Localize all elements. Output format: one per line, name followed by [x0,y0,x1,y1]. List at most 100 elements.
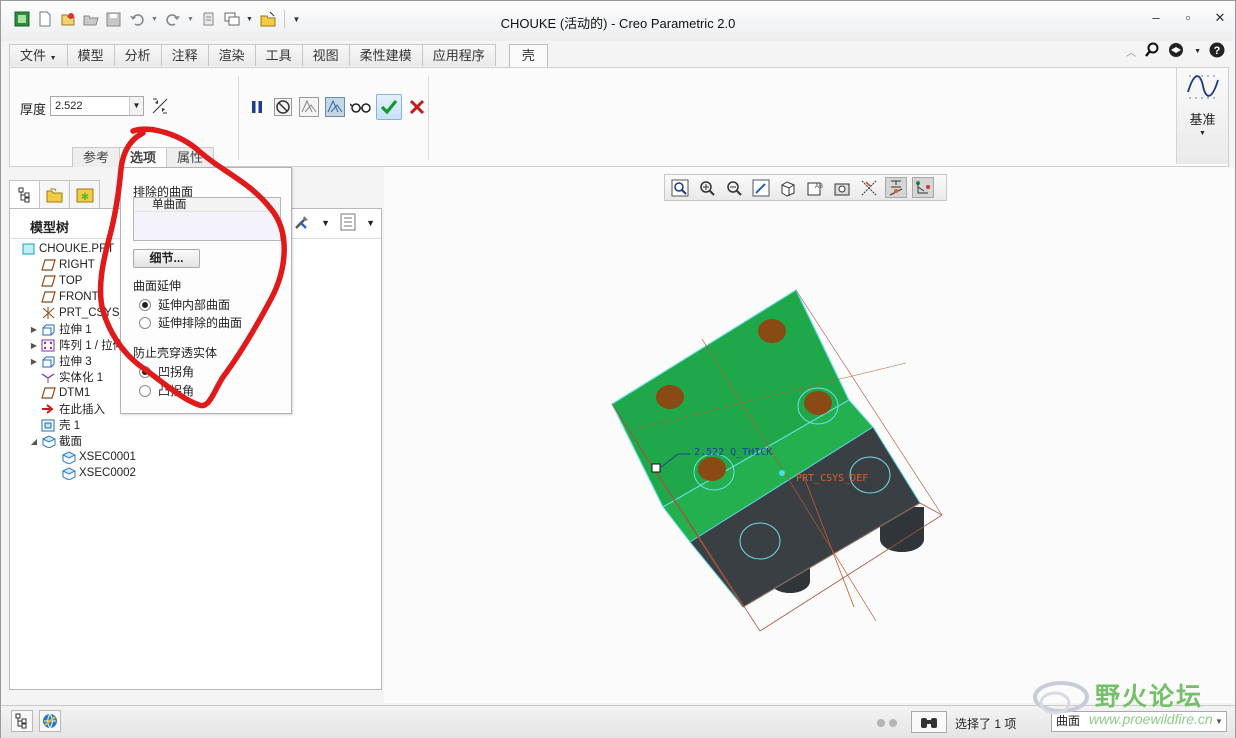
tree-item[interactable]: ◢ 截面 [14,433,149,449]
spin-center-icon[interactable] [912,177,934,198]
datum-plane-icon [40,290,56,304]
datum-label: 基准 [1189,112,1216,127]
graphics-window[interactable]: 2.522 Q_THICK PRT_CSYS_DEF [384,167,1234,703]
status-light-icon [877,719,885,727]
watermark-logo-icon [1033,681,1089,715]
tab-file[interactable]: 文件 ▼ [9,44,68,66]
divider [428,76,429,160]
chevron-down-icon[interactable]: ▼ [366,218,375,228]
tab-tools[interactable]: 工具 [254,44,303,66]
close-icon[interactable]: ✕ [1213,10,1227,26]
community-dropdown-icon[interactable]: ▼ [1194,48,1201,55]
apply-button[interactable] [376,94,402,120]
selection-status: 选择了 1 项 [955,717,1017,731]
chevron-down-icon[interactable]: ▼ [129,97,143,115]
tab-render[interactable]: 渲染 [207,44,256,66]
app-window: ▼ ▼ ▼ ▼ CHOUKE (活动的) - Creo Parametric 2… [0,0,1236,738]
search-icon[interactable] [1144,42,1160,61]
dimension-handle[interactable] [651,463,661,473]
tab-annotate[interactable]: 注释 [160,44,209,66]
ribbon-tabs: 文件 ▼ 模型 分析 注释 渲染 工具 视图 柔性建模 应用程序 壳 [9,44,548,68]
chevron-down-icon: ▼ [1199,130,1206,137]
svg-text:?: ? [1214,45,1221,57]
hole [698,457,726,481]
status-left-buttons [11,710,61,732]
model-tree-tab-icon[interactable] [9,180,40,208]
watermark-url: www.proewildfire.cn [1089,711,1213,727]
collapse-arrow-icon[interactable]: ◢ [28,437,40,446]
view-manager-icon[interactable] [831,177,853,198]
thickness-label: 厚度 [20,102,47,117]
model-tree-title: 模型树 [30,220,70,235]
datum-display-icon[interactable] [885,177,907,198]
expand-arrow-icon[interactable]: ▶ [28,325,40,334]
tab-view[interactable]: 视图 [301,44,350,66]
expand-arrow-icon[interactable]: ▶ [28,341,40,350]
maximize-icon[interactable]: ▫ [1181,10,1195,26]
verify-icon[interactable] [324,95,346,119]
tree-item-label: 截面 [59,436,82,448]
tab-flexible-modeling[interactable]: 柔性建模 [348,44,423,66]
zoom-out-icon[interactable] [723,177,745,198]
collapse-ribbon-icon[interactable]: ︿ [1126,44,1136,59]
section-folder-icon [40,434,56,448]
flip-direction-icon[interactable] [151,97,169,118]
repaint-icon[interactable] [750,177,772,198]
show-options-icon[interactable] [340,213,356,233]
tree-item[interactable]: XSEC0001 [14,449,149,465]
find-binoculars-icon[interactable] [911,711,947,733]
insert-here-icon [40,402,56,416]
expand-arrow-icon[interactable]: ▶ [28,357,40,366]
datum-group[interactable]: 基准 ▼ [1176,68,1228,164]
tree-item-label: XSEC0001 [79,451,136,463]
no-preview-icon[interactable] [272,95,294,119]
hole [758,319,786,343]
view-toolbar: AB [664,174,947,201]
dimension-label[interactable]: 2.522 Q_THICK [694,447,772,458]
annotation-display-icon[interactable] [858,177,880,198]
community-icon[interactable] [1168,42,1186,61]
cancel-button[interactable] [406,95,428,119]
extrude-icon [40,322,56,336]
tab-shell[interactable]: 壳 [508,44,548,68]
section-icon [60,466,76,480]
refit-icon[interactable] [669,177,691,198]
folder-browser-icon[interactable] [39,180,70,208]
tree-item-label: 壳 1 [59,420,81,432]
window-controls: – ▫ ✕ [1149,10,1227,26]
status-lights [877,719,897,727]
minimize-icon[interactable]: – [1149,10,1163,26]
thickness-input[interactable]: 2.522 ▼ [50,96,144,116]
csys-origin [779,470,785,476]
display-style-icon[interactable] [777,177,799,198]
help-icon[interactable]: ? [1209,42,1225,61]
window-title: CHOUKE (活动的) - Creo Parametric 2.0 [500,16,736,31]
tree-item[interactable]: XSEC0002 [14,465,149,481]
solidify-icon [40,370,56,384]
tree-item-label: TOP [59,275,83,287]
tab-label: 文件 [20,48,47,63]
datum-plane-icon [40,274,56,288]
tab-analysis[interactable]: 分析 [113,44,162,66]
saved-orientations-icon[interactable]: AB [804,177,826,198]
pause-icon[interactable] [246,95,268,119]
shell-icon [40,418,56,432]
chevron-down-icon[interactable]: ▼ [321,218,330,228]
zoom-in-icon[interactable] [696,177,718,198]
svg-text:AB: AB [815,184,823,190]
toggle-navigator-icon[interactable] [11,710,33,732]
part-icon [20,242,36,256]
datum-icon [1186,75,1219,99]
pattern-icon [40,338,56,352]
hole [804,391,832,415]
tab-model[interactable]: 模型 [66,44,115,66]
csys-icon [40,306,56,320]
glasses-icon[interactable] [350,95,372,119]
chevron-down-icon[interactable]: ▼ [1212,712,1226,731]
tab-applications[interactable]: 应用程序 [421,44,496,66]
help-icons: ︿ ▼ ? [1126,42,1225,61]
red-annotation-loop [97,126,287,409]
browser-toggle-icon[interactable] [39,710,61,732]
model-viewport[interactable]: 2.522 Q_THICK PRT_CSYS_DEF [384,167,1234,703]
preview-icon[interactable] [298,95,320,119]
